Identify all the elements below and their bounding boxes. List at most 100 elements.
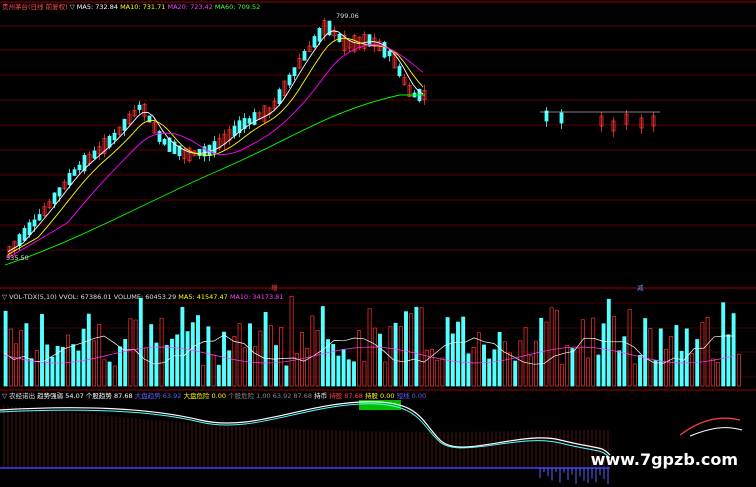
price-legend: 贵州茅台(日线 前复权) ▽ MA5: 732.84 MA10: 731.71 …: [2, 3, 260, 11]
volume-bar: [606, 298, 611, 387]
volume-bar: [570, 348, 575, 387]
volume-bar: [227, 350, 232, 387]
item-8-value: 87.68: [344, 392, 363, 400]
volume-bar: [684, 328, 689, 387]
item-3-value: 0.00: [211, 392, 227, 400]
volume-bar: [185, 331, 190, 387]
volume-bar: [289, 295, 294, 387]
volume-bar: [601, 323, 606, 387]
item-9-label: 持股: [364, 392, 378, 400]
item-4-label: 个股危险: [228, 392, 255, 400]
low-price-label: 535.50: [6, 254, 29, 262]
volume-bar: [76, 350, 81, 387]
triangle-down-icon[interactable]: ▽: [2, 392, 7, 400]
volume-bar: [102, 359, 107, 387]
candle-body: [112, 132, 117, 141]
volume-bar: [154, 342, 159, 387]
volume-bar: [50, 356, 55, 387]
volume-bar: [586, 357, 590, 387]
candle-body: [312, 36, 317, 48]
volume-bar: [716, 362, 720, 387]
volume-bar: [461, 316, 466, 387]
volume-bar: [133, 319, 138, 387]
ma5-value: MA5: 732.84: [76, 3, 118, 11]
volume-bar: [482, 344, 486, 387]
volume-bar: [575, 347, 580, 387]
candle-body: [57, 187, 62, 197]
candle-body: [292, 67, 297, 77]
volume-bar: [19, 329, 24, 387]
candle-body: [302, 50, 307, 61]
volume-bar: [731, 313, 736, 387]
volume-bar: [622, 336, 627, 387]
volume-bar: [554, 309, 559, 387]
volume-bar: [627, 309, 632, 387]
volume-panel[interactable]: [3, 295, 741, 387]
volume-bar: [310, 315, 315, 387]
triangle-down-icon[interactable]: ▽: [70, 3, 75, 11]
indicator-name: 农经诺出: [9, 392, 36, 400]
high-price-label: 799.06: [336, 12, 359, 20]
volume-bar: [305, 347, 310, 387]
item-2-label: 大盘趋势: [134, 392, 161, 400]
volume-bar: [466, 353, 471, 387]
volume-bar: [648, 328, 653, 387]
ma60-value: MA60: 709.52: [214, 3, 261, 11]
volume-bar: [669, 336, 674, 387]
volume-bar: [357, 330, 362, 387]
volume-bar: [274, 345, 278, 387]
volume-bar: [497, 332, 502, 387]
ma10-value: MA10: 731.71: [120, 3, 166, 11]
volume-bar: [336, 355, 341, 387]
volume-bar: [632, 363, 637, 387]
item-7-label: 持币: [314, 392, 328, 400]
item-6-value: 87.68: [293, 392, 313, 400]
volume-bar: [560, 364, 564, 387]
volume-bar: [721, 302, 726, 387]
volume-bar: [409, 313, 414, 387]
item-0-label: 趋势强弱: [37, 392, 64, 400]
volume-bar: [263, 312, 268, 387]
chart-stage[interactable]: [0, 0, 756, 487]
volume-bar: [66, 334, 70, 387]
volume-bar: [638, 354, 642, 387]
volume-bar: [596, 354, 601, 387]
volume-bar: [736, 353, 741, 387]
volume-bar: [643, 318, 648, 387]
indicator-panel[interactable]: [0, 400, 743, 484]
price-panel[interactable]: [4, 18, 660, 266]
item-8-label: 持股: [329, 392, 343, 400]
volume-bar: [128, 318, 133, 387]
volume-bar: [34, 350, 39, 387]
volume-bar: [352, 361, 356, 387]
volume-bar: [450, 333, 455, 387]
volume-bar: [502, 341, 507, 387]
volume-bar: [170, 338, 174, 387]
volume-bar: [196, 315, 200, 387]
volume-bar: [664, 348, 668, 387]
item-1-label: 个股趋势: [85, 392, 112, 400]
volume-bar: [346, 359, 351, 387]
volume-bar: [700, 322, 705, 387]
volume-bar: [112, 365, 117, 387]
volume-bar: [222, 331, 226, 387]
volume-indicator-name: VOL-TDX(5,10): [9, 293, 57, 301]
candle-body: [22, 228, 27, 241]
watermark-text: www.7gpzb.com: [590, 450, 738, 469]
volume-bar: [580, 319, 585, 387]
volume-bar: [320, 306, 325, 387]
candle-body: [544, 110, 549, 122]
candle-body: [397, 65, 402, 77]
volume-bar: [258, 330, 263, 387]
trend-line-2: [0, 403, 611, 459]
candle-body: [387, 50, 392, 57]
volume-bar: [123, 339, 128, 387]
volume-bar: [164, 344, 169, 387]
volume-bar: [471, 347, 476, 387]
candle-body: [67, 172, 72, 186]
volume-bar: [29, 358, 34, 387]
item-5-value: 63.92: [272, 392, 292, 400]
volume-bar: [565, 345, 570, 387]
volume-bar: [372, 327, 377, 387]
triangle-down-icon[interactable]: ▽: [2, 293, 7, 301]
